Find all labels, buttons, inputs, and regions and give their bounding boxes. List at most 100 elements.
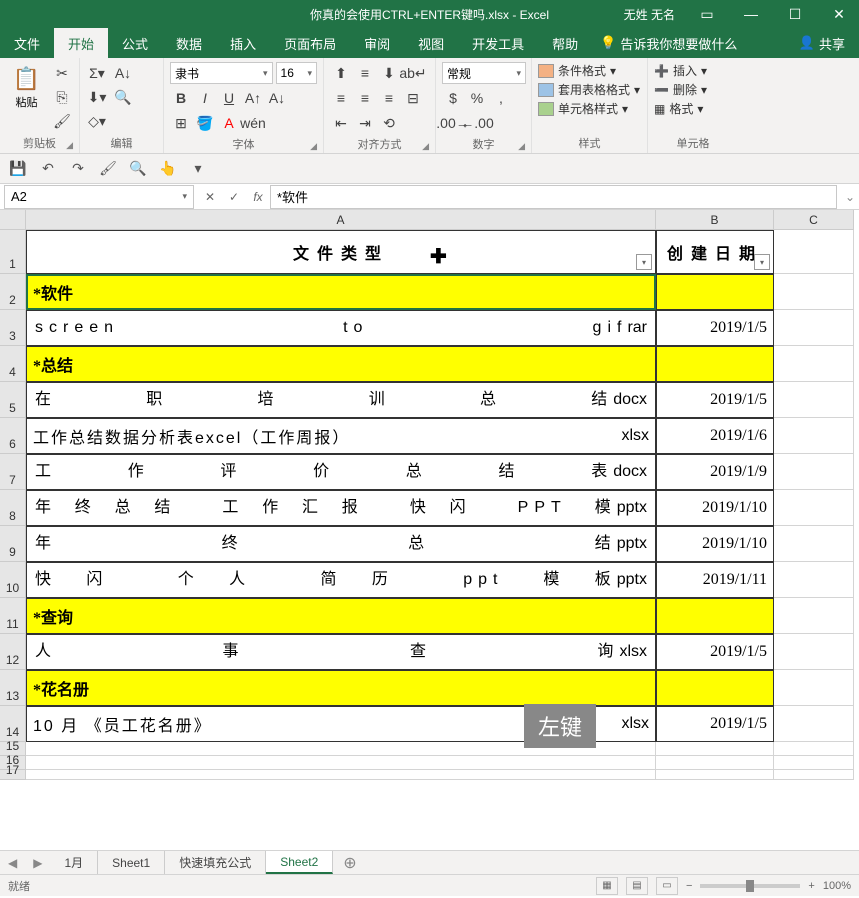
sheet-tab[interactable]: 快速填充公式	[165, 851, 266, 874]
cell[interactable]: 工作总结数据分析表excel（工作周报）xlsx	[26, 418, 656, 454]
cell[interactable]	[774, 526, 854, 562]
formula-input[interactable]: *软件	[270, 185, 837, 209]
new-sheet-button[interactable]: ⊕	[333, 853, 366, 873]
sheet-tab[interactable]: Sheet1	[98, 851, 165, 874]
close-button[interactable]: ✕	[819, 0, 859, 28]
font-size-combo[interactable]: 16▾	[276, 62, 317, 84]
cell[interactable]: 2019/1/5	[656, 706, 774, 742]
column-header[interactable]: C	[774, 210, 854, 230]
grow-font-button[interactable]: A↑	[242, 87, 264, 109]
row-header[interactable]: 10	[0, 562, 26, 598]
cell[interactable]: *花名册	[26, 670, 656, 706]
row-header[interactable]: 11	[0, 598, 26, 634]
underline-button[interactable]: U	[218, 87, 240, 109]
cell[interactable]	[656, 770, 774, 780]
cell[interactable]: 快闪 个人 简历 ppt 模板pptx	[26, 562, 656, 598]
cell[interactable]: 年终总结pptx	[26, 526, 656, 562]
sort-filter-button[interactable]: A↓	[112, 62, 134, 84]
tab-layout[interactable]: 页面布局	[270, 28, 350, 58]
increase-indent-button[interactable]: ⇥	[354, 112, 376, 134]
row-header[interactable]: 14	[0, 706, 26, 742]
cell[interactable]: 人事查询xlsx	[26, 634, 656, 670]
align-right-button[interactable]: ≡	[378, 87, 400, 109]
font-name-combo[interactable]: 隶书▾	[170, 62, 273, 84]
cell[interactable]	[774, 756, 854, 770]
tab-formulas[interactable]: 公式	[108, 28, 162, 58]
tab-help[interactable]: 帮助	[538, 28, 592, 58]
page-break-view-button[interactable]: ▭	[656, 877, 678, 895]
cell[interactable]	[656, 346, 774, 382]
merge-button[interactable]: ⊟	[402, 87, 424, 109]
tab-review[interactable]: 审阅	[350, 28, 404, 58]
cell[interactable]: 2019/1/10	[656, 526, 774, 562]
cell[interactable]	[774, 418, 854, 454]
filter-dropdown-button[interactable]: ▾	[754, 254, 770, 270]
qat-customize-icon[interactable]: ▾	[186, 157, 210, 181]
cell[interactable]	[656, 598, 774, 634]
clear-button[interactable]: ◇▾	[86, 110, 108, 132]
align-center-button[interactable]: ≡	[354, 87, 376, 109]
dialog-launcher-icon[interactable]: ◢	[66, 140, 73, 151]
cell[interactable]: 年终总结 工作汇报 快闪 PPT 模pptx	[26, 490, 656, 526]
cell[interactable]: 2019/1/10	[656, 490, 774, 526]
row-header[interactable]: 8	[0, 490, 26, 526]
zoom-out-button[interactable]: −	[686, 880, 692, 892]
cell[interactable]	[774, 742, 854, 756]
filter-dropdown-button[interactable]: ▾	[636, 254, 652, 270]
cell[interactable]	[26, 770, 656, 780]
row-header[interactable]: 3	[0, 310, 26, 346]
format-painter-button[interactable]: 🖌	[51, 110, 73, 132]
cell[interactable]	[656, 756, 774, 770]
qat-find-icon[interactable]: 👆	[156, 157, 180, 181]
cell[interactable]	[656, 274, 774, 310]
border-button[interactable]: ⊞	[170, 112, 192, 134]
tab-nav-prev-icon[interactable]: ◀	[0, 856, 25, 870]
cell[interactable]	[774, 770, 854, 780]
row-header[interactable]: 4	[0, 346, 26, 382]
phonetic-button[interactable]: wén	[242, 112, 264, 134]
dialog-launcher-icon[interactable]: ◢	[310, 141, 317, 152]
cell[interactable]	[774, 382, 854, 418]
row-header[interactable]: 12	[0, 634, 26, 670]
cell[interactable]: screen to gifrar	[26, 310, 656, 346]
cell[interactable]: 2019/1/9	[656, 454, 774, 490]
comma-button[interactable]: ,	[490, 87, 512, 109]
tab-dev[interactable]: 开发工具	[458, 28, 538, 58]
cell[interactable]	[774, 346, 854, 382]
cell[interactable]	[26, 742, 656, 756]
conditional-format-button[interactable]: 条件格式▾	[538, 62, 640, 79]
row-header[interactable]: 13	[0, 670, 26, 706]
shrink-font-button[interactable]: A↓	[266, 87, 288, 109]
enter-formula-button[interactable]: ✓	[222, 185, 246, 209]
cell[interactable]	[774, 634, 854, 670]
cell[interactable]: 10 月 《员工花名册》xlsx	[26, 706, 656, 742]
delete-cells-button[interactable]: ➖删除▾	[654, 81, 707, 98]
redo-button[interactable]: ↷	[66, 157, 90, 181]
column-header[interactable]: A	[26, 210, 656, 230]
cell-styles-button[interactable]: 单元格样式▾	[538, 100, 640, 117]
cell[interactable]	[774, 310, 854, 346]
cell[interactable]	[656, 742, 774, 756]
cell[interactable]	[774, 706, 854, 742]
tab-home[interactable]: 开始	[54, 28, 108, 58]
decrease-indent-button[interactable]: ⇤	[330, 112, 352, 134]
select-all-corner[interactable]	[0, 210, 26, 230]
insert-cells-button[interactable]: ➕插入▾	[654, 62, 707, 79]
cell[interactable]	[656, 670, 774, 706]
table-header-cell[interactable]: 文件类型	[26, 230, 656, 274]
name-box[interactable]: A2▾	[4, 185, 194, 209]
share-button[interactable]: 👤共享	[785, 28, 859, 58]
row-header[interactable]: 9	[0, 526, 26, 562]
tab-file[interactable]: 文件	[0, 28, 54, 58]
row-header[interactable]: 17	[0, 770, 26, 780]
align-bottom-button[interactable]: ⬇	[378, 62, 400, 84]
orientation-button[interactable]: ⟲	[378, 112, 400, 134]
dialog-launcher-icon[interactable]: ◢	[518, 141, 525, 152]
cell[interactable]: *查询	[26, 598, 656, 634]
maximize-button[interactable]: ☐	[775, 0, 815, 28]
expand-formula-bar-icon[interactable]: ⌄	[841, 190, 859, 204]
cell[interactable]: 工作评价总结表docx	[26, 454, 656, 490]
number-format-combo[interactable]: 常规▾	[442, 62, 526, 84]
align-left-button[interactable]: ≡	[330, 87, 352, 109]
cell[interactable]	[774, 490, 854, 526]
